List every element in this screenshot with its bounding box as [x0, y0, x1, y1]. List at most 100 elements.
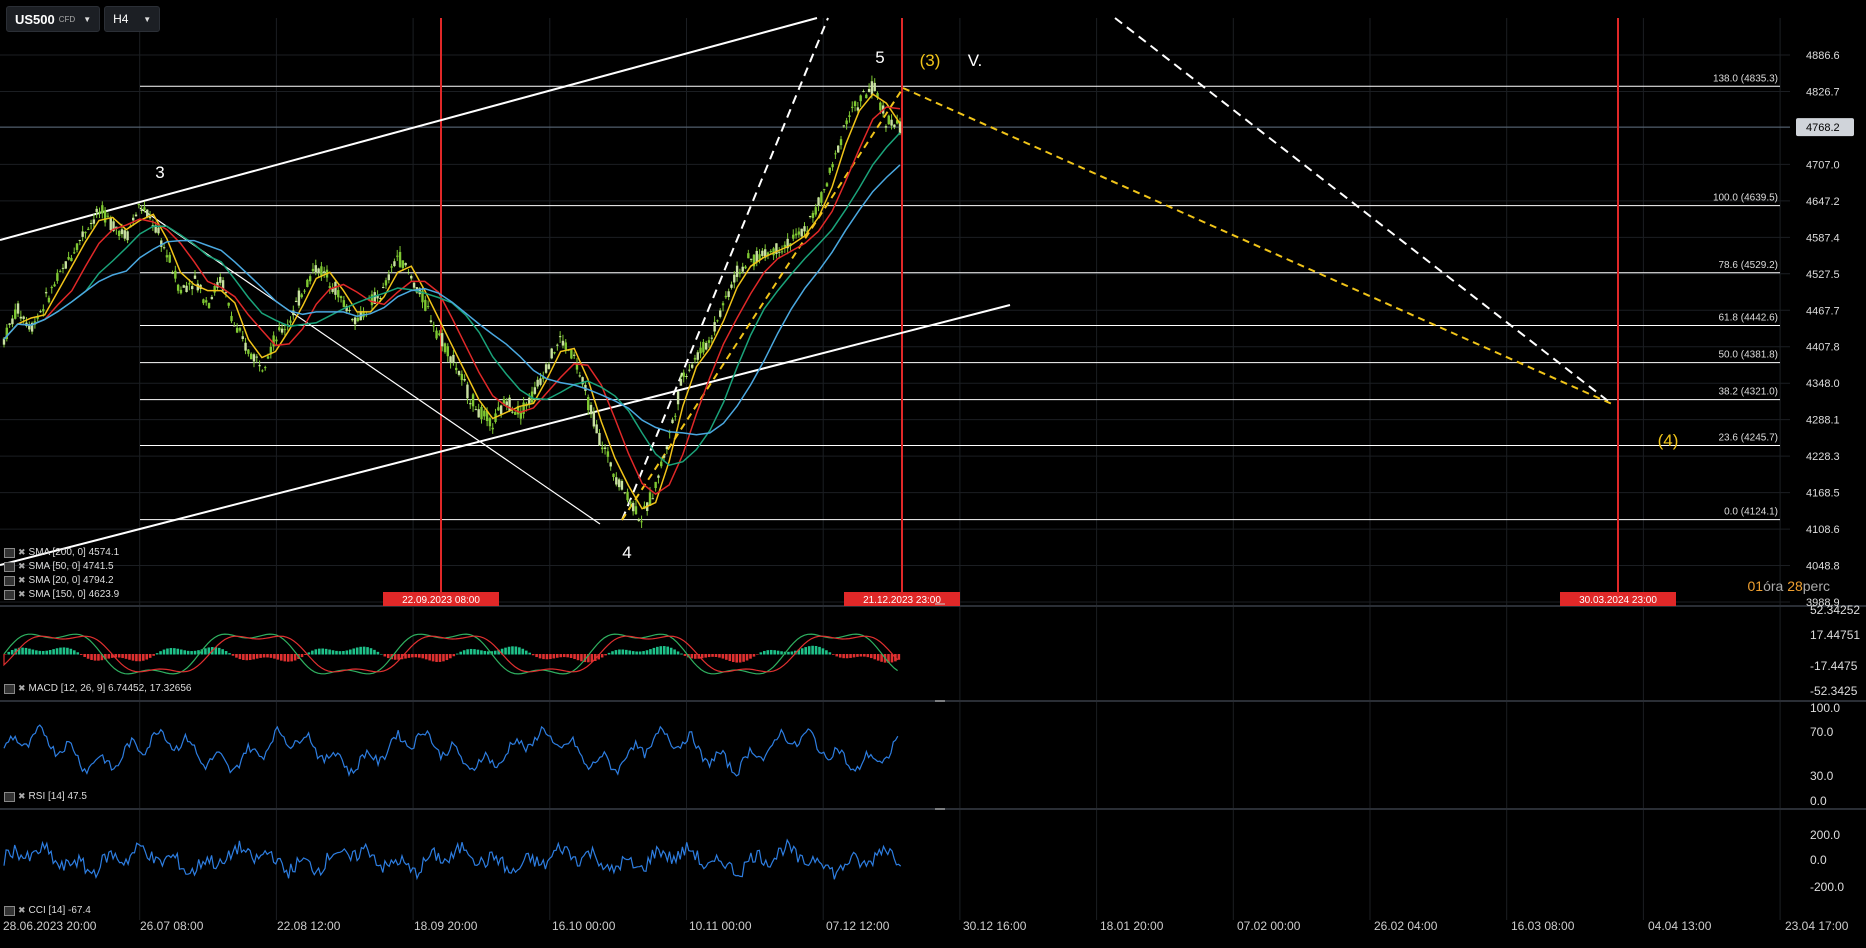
- candle-body: [800, 228, 803, 237]
- legend-sma20[interactable]: ✖ SMA [20, 0] 4794.2: [4, 575, 114, 586]
- legend-sma200[interactable]: ✖ SMA [200, 0] 4574.1: [4, 547, 119, 558]
- candle-body: [134, 214, 138, 217]
- macd-bar: [269, 654, 273, 658]
- candle-body: [143, 207, 146, 211]
- symbol-selector[interactable]: US500 CFD ▼: [6, 6, 101, 32]
- close-icon[interactable]: ✖: [18, 547, 26, 558]
- macd-bar: [690, 654, 694, 659]
- candle-body: [190, 286, 194, 290]
- wave-label: 4: [622, 543, 631, 562]
- macd-bar: [842, 654, 845, 659]
- legend-sma150[interactable]: ✖ SMA [150, 0] 4623.9: [4, 589, 119, 600]
- macd-bar: [428, 654, 431, 661]
- candle-body: [103, 210, 107, 223]
- close-icon[interactable]: ✖: [18, 575, 26, 586]
- time-marker-label: 30.03.2024 23:00: [1579, 595, 1657, 606]
- macd-bar: [662, 646, 666, 655]
- macd-bar: [307, 652, 311, 655]
- macd-bar: [728, 654, 732, 662]
- macd-bar: [745, 654, 749, 661]
- legend-rsi-label: RSI [14] 47.5: [28, 791, 87, 802]
- candle-body: [890, 119, 893, 126]
- close-icon[interactable]: ✖: [18, 561, 26, 572]
- macd-bar: [235, 654, 238, 658]
- macd-bar: [607, 652, 611, 655]
- macd-bar: [259, 654, 262, 658]
- candle-body: [550, 348, 553, 359]
- candle-body: [432, 324, 435, 327]
- candle-body: [690, 364, 694, 368]
- candle-body: [47, 297, 51, 303]
- macd-bar: [556, 654, 559, 658]
- legend-cci-label: CCI [14] -67.4: [28, 905, 91, 916]
- macd-bar: [521, 648, 525, 655]
- candle-body: [727, 291, 730, 298]
- candle-body: [233, 325, 236, 327]
- candle-body: [631, 502, 635, 512]
- candle-body: [825, 183, 829, 187]
- settings-icon[interactable]: [4, 791, 15, 802]
- macd-bar: [186, 650, 190, 655]
- candle-body: [662, 455, 666, 458]
- macd-bar: [59, 647, 62, 655]
- macd-bar: [455, 653, 459, 655]
- macd-bar: [273, 654, 276, 659]
- macd-bar: [473, 649, 476, 655]
- settings-icon[interactable]: [4, 547, 15, 558]
- macd-bar: [649, 649, 652, 655]
- macd-bar: [652, 647, 656, 655]
- close-icon[interactable]: ✖: [18, 905, 26, 916]
- macd-bar: [435, 654, 438, 662]
- legend-rsi[interactable]: ✖ RSI [14] 47.5: [4, 791, 87, 802]
- macd-bar: [300, 654, 304, 658]
- countdown-hours-unit: óra: [1763, 578, 1784, 594]
- candle-body: [348, 309, 351, 311]
- settings-icon[interactable]: [4, 589, 15, 600]
- candle-body: [499, 405, 503, 415]
- close-icon[interactable]: ✖: [18, 791, 26, 802]
- candle-body: [471, 394, 475, 407]
- legend-cci[interactable]: ✖ CCI [14] -67.4: [4, 905, 91, 916]
- candle-body: [205, 300, 208, 303]
- candle-body: [140, 209, 143, 211]
- timeframe-selector[interactable]: H4 ▼: [104, 6, 161, 32]
- macd-bar: [821, 648, 825, 655]
- settings-icon[interactable]: [4, 905, 15, 916]
- settings-icon[interactable]: [4, 561, 15, 572]
- price-tick-label: 4826.7: [1806, 86, 1840, 98]
- macd-bar: [625, 649, 628, 655]
- macd-bar: [386, 654, 390, 659]
- close-icon[interactable]: ✖: [18, 589, 26, 600]
- macd-bar: [421, 654, 425, 659]
- dashed-white-line: [1114, 17, 1613, 405]
- candle-body: [814, 207, 817, 215]
- close-icon[interactable]: ✖: [18, 683, 26, 694]
- settings-icon[interactable]: [4, 575, 15, 586]
- legend-macd[interactable]: ✖ MACD [12, 26, 9] 6.74452, 17.32656: [4, 683, 191, 694]
- settings-icon[interactable]: [4, 683, 15, 694]
- wave-label: 5: [875, 48, 884, 67]
- candle-body: [235, 327, 239, 333]
- macd-bar: [124, 654, 128, 659]
- macd-bar: [859, 654, 863, 657]
- sma50-line: [3, 106, 901, 496]
- legend-sma50[interactable]: ✖ SMA [50, 0] 4741.5: [4, 561, 114, 572]
- fib-level-label: 100.0 (4639.5): [1713, 193, 1778, 204]
- time-marker-label: 21.12.2023 23:00: [863, 595, 941, 606]
- macd-bar: [55, 648, 59, 655]
- candle-body: [61, 267, 65, 269]
- macd-bar: [538, 654, 542, 659]
- macd-bar: [221, 649, 224, 655]
- macd-bar: [635, 651, 638, 655]
- macd-bar: [21, 647, 24, 655]
- macd-bar: [449, 654, 452, 659]
- macd-tick-label: -52.3425: [1810, 684, 1858, 698]
- macd-bar: [863, 654, 866, 657]
- candle-body: [73, 252, 76, 254]
- x-axis-label: 18.01 20:00: [1100, 919, 1164, 933]
- macd-bar: [366, 647, 369, 655]
- candle-body: [831, 164, 834, 168]
- candle-body: [657, 475, 660, 478]
- candle-body: [219, 276, 222, 283]
- price-chart[interactable]: 4886.6 4826.7 4707.0 4647.2 4587.4 4527.5 4467…: [0, 0, 1866, 948]
